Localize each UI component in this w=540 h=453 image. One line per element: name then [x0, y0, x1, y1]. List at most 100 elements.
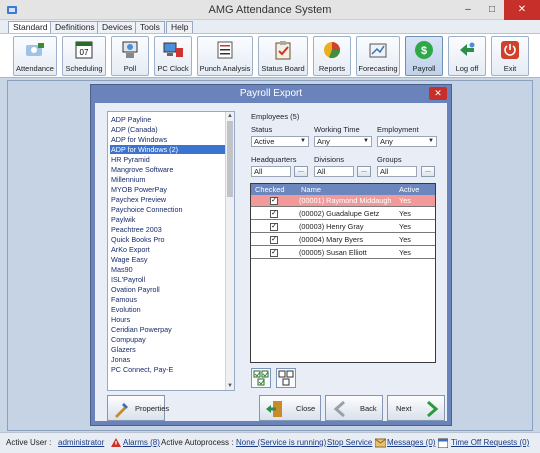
menu-bar: Standard Definitions Devices Tools Help [0, 20, 540, 33]
time-off-requests-link[interactable]: Time Off Requests (0) [451, 433, 529, 453]
minimize-button[interactable]: – [456, 0, 480, 20]
list-item[interactable]: PC Connect, Pay-E [110, 365, 226, 374]
table-row[interactable]: ✓ (00005) Susan Elliott Yes [251, 247, 435, 259]
column-header-name[interactable]: Name [301, 184, 321, 195]
working-time-select[interactable]: Any ▼ [314, 136, 372, 147]
check-all-button[interactable] [251, 368, 271, 388]
autoprocess-link[interactable]: None (Service is running) [236, 433, 326, 453]
pc-clock-button[interactable]: PC Clock [154, 36, 192, 76]
list-item[interactable]: ADP Payline [110, 115, 226, 124]
list-item[interactable]: Ovation Payroll [110, 285, 226, 294]
status-board-button[interactable]: Status Board [258, 36, 308, 76]
tab-tools[interactable]: Tools [135, 21, 165, 33]
list-item[interactable]: Wage Easy [110, 255, 226, 264]
messages-link[interactable]: Messages (0) [387, 433, 435, 453]
payroll-export-dialog: Payroll Export ✕ ADP Payline ADP (Canada… [90, 84, 452, 426]
list-item[interactable]: Peachtree 2003 [110, 225, 226, 234]
employee-active: Yes [399, 196, 411, 205]
row-checkbox[interactable]: ✓ [270, 197, 278, 205]
tab-standard[interactable]: Standard [8, 21, 53, 33]
close-button[interactable]: Close [259, 395, 321, 421]
status-label: Status [251, 125, 273, 134]
row-checkbox[interactable]: ✓ [270, 249, 278, 257]
divisions-field[interactable]: All [314, 166, 354, 177]
list-item[interactable]: Mangrove Software [110, 165, 226, 174]
active-user-link[interactable]: administrator [58, 433, 104, 453]
list-item[interactable]: Glazers [110, 345, 226, 354]
list-item[interactable]: Famous [110, 295, 226, 304]
list-item[interactable]: HR Pyramid [110, 155, 226, 164]
dollar-icon: $ [415, 41, 433, 59]
tab-devices[interactable]: Devices [97, 21, 138, 33]
poll-button[interactable]: Poll [111, 36, 149, 76]
properties-button[interactable]: Properties [107, 395, 169, 421]
title-bar: AMG Attendance System – □ ✕ [0, 0, 540, 20]
row-checkbox[interactable]: ✓ [270, 223, 278, 231]
list-item[interactable]: Ceridian Powerpay [110, 325, 226, 334]
status-select[interactable]: Active ▼ [251, 136, 309, 147]
divisions-label: Divisions [314, 155, 345, 164]
chevron-down-icon: ▼ [300, 138, 306, 144]
employee-active: Yes [399, 248, 411, 257]
scheduling-button[interactable]: 07 Scheduling [62, 36, 106, 76]
list-item[interactable]: Paylwik [110, 215, 226, 224]
scroll-thumb[interactable] [227, 121, 233, 197]
table-row[interactable]: ✓ (00003) Henry Gray Yes [251, 221, 435, 233]
close-window-button[interactable]: ✕ [504, 0, 540, 20]
list-item[interactable]: Paychex Preview [110, 195, 226, 204]
payroll-button[interactable]: $ Payroll [405, 36, 443, 76]
employment-select[interactable]: Any ▼ [377, 136, 437, 147]
list-item[interactable]: ADP for Windows [110, 135, 226, 144]
reports-button[interactable]: Reports [313, 36, 351, 76]
stop-service-link[interactable]: Stop Service [327, 433, 372, 453]
row-checkbox[interactable]: ✓ [270, 210, 278, 218]
provider-list-scrollbar[interactable]: ▲ ▼ [225, 112, 234, 390]
tab-definitions[interactable]: Definitions [50, 21, 100, 33]
groups-browse-button[interactable]: ... [421, 166, 435, 177]
list-item[interactable]: Millennium [110, 175, 226, 184]
divisions-browse-button[interactable]: ... [357, 166, 371, 177]
headquarters-label: Headquarters [251, 155, 297, 164]
table-row[interactable]: ✓ (00004) Mary Byers Yes [251, 234, 435, 246]
scroll-down-icon[interactable]: ▼ [226, 382, 234, 390]
status-bar: Active User : administrator Alarms (8) A… [0, 432, 540, 453]
table-row[interactable]: ✓ (00002) Guadalupe Getz Yes [251, 208, 435, 220]
headquarters-browse-button[interactable]: ... [294, 166, 308, 177]
groups-field[interactable]: All [377, 166, 417, 177]
headquarters-field[interactable]: All [251, 166, 291, 177]
tab-help[interactable]: Help [166, 21, 194, 33]
forecasting-button[interactable]: Forecasting [356, 36, 400, 76]
uncheck-all-button[interactable] [276, 368, 296, 388]
column-header-checked[interactable]: Checked [255, 184, 285, 195]
payroll-provider-list[interactable]: ADP Payline ADP (Canada) ADP for Windows… [107, 111, 235, 391]
list-item[interactable]: ISL'Payroll [110, 275, 226, 284]
employee-grid: Checked Name Active ✓ (00001) Raymond Mi… [250, 183, 436, 363]
list-item[interactable]: Compupay [110, 335, 226, 344]
scroll-up-icon[interactable]: ▲ [226, 112, 234, 120]
row-checkbox[interactable]: ✓ [270, 236, 278, 244]
list-item[interactable]: ArKo Export [110, 245, 226, 254]
column-header-active[interactable]: Active [399, 184, 419, 195]
back-button[interactable]: Back [325, 395, 383, 421]
list-item-selected[interactable]: ADP for Windows (2) [110, 145, 226, 154]
exit-button[interactable]: Exit [491, 36, 529, 76]
next-button[interactable]: Next [387, 395, 445, 421]
list-item[interactable]: Evolution [110, 305, 226, 314]
list-item[interactable]: Mas90 [110, 265, 226, 274]
log-off-button[interactable]: Log off [448, 36, 486, 76]
poll-icon [122, 41, 138, 58]
dialog-close-button[interactable]: ✕ [429, 87, 447, 100]
list-item[interactable]: Quick Books Pro [110, 235, 226, 244]
punch-analysis-button[interactable]: Punch Analysis [197, 36, 253, 76]
list-item[interactable]: Jonas [110, 355, 226, 364]
list-item[interactable]: MYOB PowerPay [110, 185, 226, 194]
maximize-button[interactable]: □ [480, 0, 504, 20]
grid-header: Checked Name Active [251, 184, 435, 195]
list-item[interactable]: Paychoice Connection [110, 205, 226, 214]
list-item[interactable]: Hours [110, 315, 226, 324]
list-item[interactable]: ADP (Canada) [110, 125, 226, 134]
employment-label: Employment [377, 125, 419, 134]
alarms-link[interactable]: Alarms (8) [123, 433, 160, 453]
table-row[interactable]: ✓ (00001) Raymond Middaugh Yes [251, 195, 435, 207]
attendance-button[interactable]: Attendance [13, 36, 57, 76]
